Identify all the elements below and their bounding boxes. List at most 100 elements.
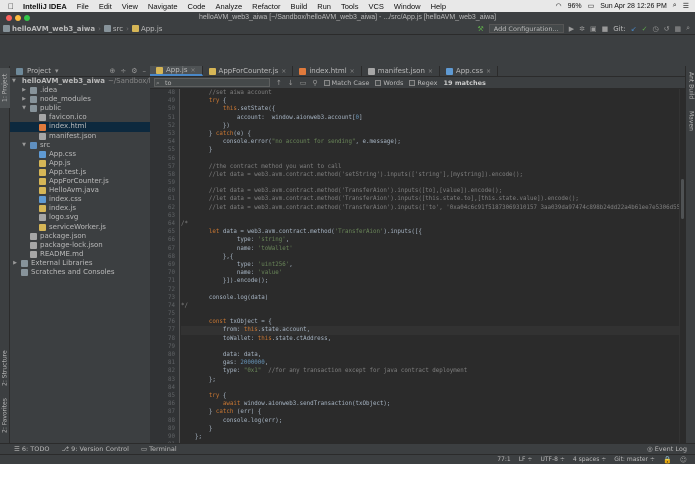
code-line[interactable]: [181, 343, 679, 351]
tree-item[interactable]: App.css: [10, 150, 150, 159]
tool-tab-ant-build[interactable]: Ant Build: [686, 68, 695, 104]
run-icon[interactable]: ▶: [569, 25, 574, 33]
code-line[interactable]: //the contract method you want to call: [181, 163, 679, 171]
tree-expand-arrow[interactable]: ▶: [12, 259, 18, 268]
find-input[interactable]: [154, 78, 270, 87]
menu-list-icon[interactable]: ☰: [683, 2, 689, 10]
app-menu[interactable]: IntelliJ IDEA: [18, 2, 72, 11]
hide-panel-icon[interactable]: –: [143, 67, 147, 75]
code-line[interactable]: this.setState({: [181, 105, 679, 113]
menu-item-file[interactable]: File: [72, 2, 94, 11]
close-tab-icon[interactable]: ×: [428, 68, 433, 75]
tree-item[interactable]: package-lock.json: [10, 241, 150, 250]
menu-item-window[interactable]: Window: [389, 2, 426, 11]
menu-item-code[interactable]: Code: [183, 2, 211, 11]
code-line[interactable]: await window.aionweb3.sendTransaction(tx…: [181, 400, 679, 408]
event-log-tab[interactable]: ◎ Event Log: [647, 445, 695, 453]
tool-tab-maven[interactable]: Maven: [686, 108, 695, 134]
tree-item[interactable]: App.js: [10, 159, 150, 168]
line-separator[interactable]: LF ÷: [519, 456, 533, 463]
code-line[interactable]: */: [181, 302, 679, 310]
tree-expand-arrow[interactable]: ▶: [21, 95, 27, 104]
tree-item[interactable]: ▶ External Libraries: [10, 259, 150, 268]
menu-item-vcs[interactable]: VCS: [363, 2, 388, 11]
vcs-update-icon[interactable]: ↙: [631, 25, 637, 33]
close-tab-icon[interactable]: ×: [191, 67, 196, 74]
stop-icon[interactable]: ■: [602, 25, 609, 33]
code-line[interactable]: //let data = web3.avm.contract.method('T…: [181, 187, 679, 195]
build-hammer-icon[interactable]: ⚒: [478, 25, 484, 33]
project-structure-icon[interactable]: ▦: [674, 25, 681, 33]
code-line[interactable]: try {: [181, 97, 679, 105]
editor-tab[interactable]: index.html ×: [293, 66, 362, 76]
words-option[interactable]: Words: [375, 79, 403, 87]
select-all-occurrences-icon[interactable]: ▭: [300, 79, 307, 87]
tree-item[interactable]: package.json: [10, 232, 150, 241]
previous-occurrence-icon[interactable]: ↑: [276, 79, 282, 87]
code-line[interactable]: console.error("no account for sending", …: [181, 138, 679, 146]
code-line[interactable]: [181, 155, 679, 163]
zoom-window-button[interactable]: [24, 15, 30, 21]
menu-item-navigate[interactable]: Navigate: [143, 2, 183, 11]
tool-tab-project[interactable]: 1: Project: [0, 68, 10, 108]
tree-item[interactable]: App.test.js: [10, 168, 150, 177]
datetime[interactable]: Sun Apr 28 12:26 PM: [600, 3, 667, 10]
tree-expand-arrow[interactable]: ▶: [21, 86, 27, 95]
history-icon[interactable]: ◷: [652, 25, 658, 33]
inspector-icon[interactable]: ☺: [680, 456, 687, 464]
breadcrumb-src[interactable]: src: [101, 25, 126, 33]
code-line[interactable]: },{: [181, 253, 679, 261]
settings-gear-icon[interactable]: ⚙: [131, 67, 137, 75]
breadcrumb-file[interactable]: App.js: [129, 25, 166, 33]
filter-icon[interactable]: ⚲: [312, 79, 317, 87]
tree-expand-arrow[interactable]: ▼: [21, 141, 27, 150]
tool-tab-favorites[interactable]: 2: Favorites: [0, 396, 10, 436]
code-line[interactable]: from: this.state.account,: [181, 326, 679, 335]
file-encoding[interactable]: UTF-8 ÷: [540, 456, 564, 463]
code-line[interactable]: [181, 286, 679, 294]
tree-item[interactable]: index.css: [10, 195, 150, 204]
cursor-position[interactable]: 77:1: [497, 456, 510, 463]
code-line[interactable]: //let data = web3.avm.contract.method('T…: [181, 204, 679, 212]
code-line[interactable]: //let data = web3.avm.contract.method('T…: [181, 195, 679, 203]
tree-item[interactable]: logo.svg: [10, 213, 150, 222]
next-occurrence-icon[interactable]: ↓: [288, 79, 294, 87]
tool-tab-terminal[interactable]: ▭ Terminal: [141, 445, 177, 453]
code-line[interactable]: const txObject = {: [181, 318, 679, 326]
code-line[interactable]: /*: [181, 220, 679, 228]
close-window-button[interactable]: [6, 15, 12, 21]
menu-item-tools[interactable]: Tools: [336, 2, 364, 11]
code-line[interactable]: //set aiwa account: [181, 89, 679, 97]
close-tab-icon[interactable]: ×: [486, 68, 491, 75]
code-line[interactable]: }: [181, 146, 679, 154]
apple-icon[interactable]: : [0, 2, 18, 11]
code-line[interactable]: } catch (err) {: [181, 408, 679, 416]
menu-item-help[interactable]: Help: [426, 2, 451, 11]
code-line[interactable]: }: [181, 425, 679, 433]
code-line[interactable]: console.log(err);: [181, 417, 679, 425]
menu-item-run[interactable]: Run: [312, 2, 336, 11]
editor-tab[interactable]: AppForCounter.js ×: [203, 66, 294, 76]
tree-item[interactable]: ▼ src: [10, 141, 150, 150]
tree-item[interactable]: manifest.json: [10, 132, 150, 141]
tree-item[interactable]: ▶ node_modules: [10, 95, 150, 104]
tree-expand-arrow[interactable]: ▼: [12, 77, 16, 86]
breadcrumb-project[interactable]: helloAVM_web3_aiwa: [0, 25, 98, 33]
menu-item-refactor[interactable]: Refactor: [247, 2, 285, 11]
code-line[interactable]: let data = web3.avm.contract.method('Tra…: [181, 228, 679, 236]
code-line[interactable]: [181, 384, 679, 392]
code-line[interactable]: try {: [181, 392, 679, 400]
code-line[interactable]: };: [181, 376, 679, 384]
tree-item[interactable]: HelloAvm.java: [10, 186, 150, 195]
minimize-window-button[interactable]: [15, 15, 21, 21]
menu-item-view[interactable]: View: [117, 2, 143, 11]
tree-item[interactable]: index.js: [10, 204, 150, 213]
words-checkbox[interactable]: [375, 79, 382, 86]
editor-vertical-scrollbar[interactable]: [679, 89, 685, 443]
tree-item[interactable]: favicon.ico: [10, 113, 150, 122]
code-line[interactable]: [181, 179, 679, 187]
vcs-commit-icon[interactable]: ✓: [642, 25, 648, 33]
code-line[interactable]: type: 'string',: [181, 236, 679, 244]
code-line[interactable]: [181, 310, 679, 318]
code-line[interactable]: type: 'uint256',: [181, 261, 679, 269]
